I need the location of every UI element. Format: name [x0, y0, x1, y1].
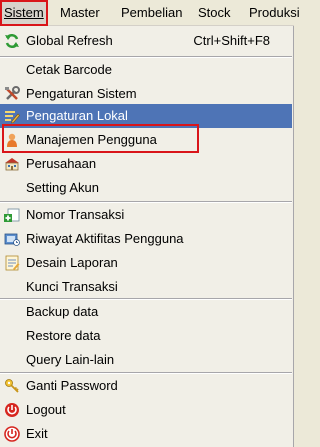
refresh-icon — [4, 33, 20, 49]
menu-item-setting-akun[interactable]: Setting Akun — [0, 176, 292, 200]
menu-sistem-label: Sistem — [4, 5, 44, 20]
menu-item-label: Cetak Barcode — [26, 62, 112, 77]
sistem-dropdown-menu: Global Refresh Ctrl+Shift+F8 Cetak Barco… — [0, 26, 294, 447]
menu-item-ganti-password[interactable]: Ganti Password — [0, 374, 292, 398]
menu-item-label: Query Lain-lain — [26, 352, 115, 367]
menu-produksi-label: Produksi — [249, 5, 300, 20]
menu-item-label: Pengaturan Lokal — [26, 108, 128, 123]
menu-item-label: Global Refresh — [26, 33, 113, 48]
menu-item-label: Ganti Password — [26, 378, 118, 393]
menu-master[interactable]: Master — [60, 0, 100, 26]
menu-item-perusahaan[interactable]: Perusahaan — [0, 152, 292, 176]
menu-item-label: Pengaturan Sistem — [26, 86, 137, 101]
menu-item-desain-laporan[interactable]: Desain Laporan — [0, 251, 292, 275]
menu-item-backup-data[interactable]: Backup data — [0, 300, 292, 324]
menu-item-label: Nomor Transaksi — [26, 207, 125, 222]
menu-item-nomor-transaksi[interactable]: Nomor Transaksi — [0, 203, 292, 227]
add-number-icon — [4, 207, 20, 223]
menu-item-cetak-barcode[interactable]: Cetak Barcode — [0, 58, 292, 82]
menu-item-exit[interactable]: Exit — [0, 422, 292, 446]
menu-item-restore-data[interactable]: Restore data — [0, 324, 292, 348]
menu-item-label: Restore data — [26, 328, 101, 343]
menu-bar: Sistem Master Pembelian Stock Produksi — [0, 0, 300, 26]
menu-item-label: Perusahaan — [26, 156, 97, 171]
menu-stock[interactable]: Stock — [198, 0, 231, 26]
menu-item-label: Logout — [26, 402, 66, 417]
key-icon — [4, 378, 20, 394]
menu-stock-label: Stock — [198, 5, 231, 20]
menu-item-global-refresh[interactable]: Global Refresh Ctrl+Shift+F8 — [0, 29, 292, 53]
menu-item-manajemen-pengguna[interactable]: Manajemen Pengguna — [0, 128, 292, 152]
tools-icon — [4, 86, 20, 102]
menu-item-label: Setting Akun — [26, 180, 99, 195]
edit-settings-icon — [4, 108, 20, 124]
user-icon — [4, 132, 20, 148]
menu-pembelian-label: Pembelian — [121, 5, 183, 20]
menu-item-label: Exit — [26, 426, 48, 441]
menu-item-riwayat-aktifitas[interactable]: Riwayat Aktifitas Pengguna — [0, 227, 292, 251]
menu-item-kunci-transaksi[interactable]: Kunci Transaksi — [0, 275, 292, 299]
logout-icon — [4, 402, 20, 418]
menu-master-label: Master — [60, 5, 100, 20]
menu-item-pengaturan-sistem[interactable]: Pengaturan Sistem — [0, 82, 292, 106]
menu-item-query-lain-lain[interactable]: Query Lain-lain — [0, 348, 292, 372]
building-icon — [4, 156, 20, 172]
menu-item-label: Kunci Transaksi — [26, 279, 118, 294]
menu-item-label: Desain Laporan — [26, 255, 118, 270]
exit-icon — [4, 426, 20, 442]
menu-item-label: Manajemen Pengguna — [26, 132, 157, 147]
menu-item-label: Riwayat Aktifitas Pengguna — [26, 231, 184, 246]
report-design-icon — [4, 255, 20, 271]
menu-item-shortcut: Ctrl+Shift+F8 — [193, 33, 270, 48]
menu-sistem[interactable]: Sistem — [0, 0, 48, 26]
history-icon — [4, 231, 20, 247]
menu-produksi[interactable]: Produksi — [249, 0, 300, 26]
menu-item-pengaturan-lokal[interactable]: Pengaturan Lokal — [0, 104, 292, 128]
menu-pembelian[interactable]: Pembelian — [121, 0, 182, 26]
menu-item-logout[interactable]: Logout — [0, 398, 292, 422]
menu-item-label: Backup data — [26, 304, 99, 319]
